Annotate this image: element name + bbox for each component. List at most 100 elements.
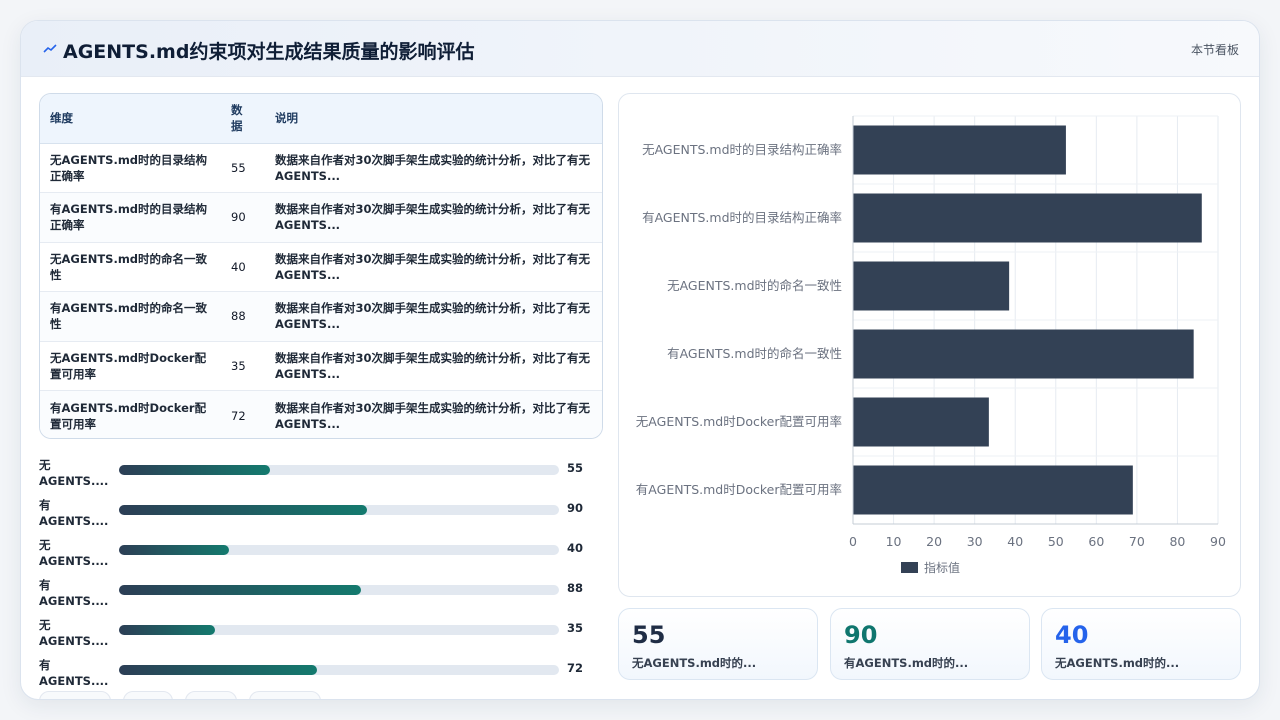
category-label: 无AGENTS.md时的目录结构正确率: [642, 142, 842, 157]
table-row[interactable]: 无AGENTS.md时的命名一致性 40 数据来自作者对30次脚手架生成实验的统计分…: [40, 242, 602, 292]
progress-track: [119, 545, 559, 555]
category-label: 有AGENTS.md时Docker配置可用率: [636, 482, 842, 497]
category-label: 有AGENTS.md时的目录结构正确率: [642, 210, 842, 225]
tick-label: 50: [1048, 534, 1064, 549]
page-title: AGENTS.md约束项对生成结果质量的影响评估: [63, 41, 475, 63]
cell-value: 40: [225, 242, 265, 292]
stat-card-2: 90 有AGENTS.md时的...: [830, 608, 1030, 680]
category-label: 无AGENTS.md时的命名一致性: [667, 278, 842, 293]
pill[interactable]: [249, 691, 321, 699]
dashboard-card: AGENTS.md约束项对生成结果质量的影响评估 本节看板 维度 数据 说明 无…: [20, 20, 1260, 700]
stat-label: 无AGENTS.md时的...: [1055, 656, 1180, 670]
bar-chart-svg: 无AGENTS.md时的目录结构正确率有AGENTS.md时的目录结构正确率无A…: [636, 115, 1226, 575]
progress-fill: [119, 585, 361, 595]
bar: [853, 261, 1010, 311]
progress-value: 55: [567, 461, 584, 475]
table-header-row: 维度 数据 说明: [40, 94, 602, 144]
legend-swatch: [901, 562, 918, 573]
cell-description: 数据来自作者对30次脚手架生成实验的统计分析，对比了有无AGENTS...: [265, 291, 602, 342]
header: AGENTS.md约束项对生成结果质量的影响评估 本节看板: [21, 21, 1259, 77]
table-row[interactable]: 有AGENTS.md时的命名一致性 88 数据来自作者对30次脚手架生成实验的统计分…: [40, 291, 602, 342]
bar: [853, 397, 989, 447]
column-header-data[interactable]: 数据: [225, 94, 265, 144]
cell-dimension: 有AGENTS.md时的命名一致性: [40, 291, 225, 342]
progress-track: [119, 505, 559, 515]
table-row[interactable]: 无AGENTS.md时Docker配置可用率 35 数据来自作者对30次脚手架生成实…: [40, 341, 602, 391]
table-row[interactable]: 有AGENTS.md时的目录结构正确率 90 数据来自作者对30次脚手架生成实验的统…: [40, 192, 602, 243]
progress-label: 有AGENTS....: [39, 498, 109, 528]
progress-track: [119, 465, 559, 475]
cell-value: 88: [225, 291, 265, 342]
cell-description: 数据来自作者对30次脚手架生成实验的统计分析，对比了有无AGENTS...: [265, 143, 602, 193]
cell-dimension: 无AGENTS.md时Docker配置可用率: [40, 341, 225, 391]
progress-label: 无AGENTS....: [39, 538, 109, 568]
cell-dimension: 有AGENTS.md时的目录结构正确率: [40, 192, 225, 243]
bar: [853, 125, 1066, 175]
progress-value: 72: [567, 661, 584, 675]
progress-fill: [119, 545, 229, 555]
tick-label: 20: [926, 534, 942, 549]
bar: [853, 329, 1194, 379]
progress-label: 无AGENTS....: [39, 458, 109, 488]
cell-dimension: 有AGENTS.md时Docker配置可用率: [50, 400, 207, 431]
progress-row: 有AGENTS.... 72: [39, 657, 599, 697]
tick-label: 80: [1169, 534, 1185, 549]
progress-row: 无AGENTS.... 40: [39, 537, 599, 577]
stat-card-1: 55 无AGENTS.md时的...: [618, 608, 818, 680]
cell-description: 数据来自作者对30次脚手架生成实验的统计分析，对比了有无AGENTS...: [265, 242, 602, 292]
progress-fill: [119, 625, 216, 635]
column-header-dimension[interactable]: 维度: [40, 94, 225, 144]
board-link[interactable]: 本节看板: [1191, 41, 1239, 58]
progress-fill: [119, 465, 271, 475]
trend-icon: [43, 44, 57, 53]
table-row[interactable]: 有AGENTS.md时Docker配置可用率 72 数据来自作者对30次脚手架生成实…: [40, 390, 602, 438]
stat-value: 40: [1055, 621, 1089, 649]
progress-value: 88: [567, 581, 584, 595]
cell-description: 数据来自作者对30次脚手架生成实验的统计分析，对比了有无AGENTS...: [265, 341, 602, 391]
stat-card-3: 40 无AGENTS.md时的...: [1041, 608, 1241, 680]
cell-value: 90: [225, 192, 265, 243]
tick-label: 60: [1088, 534, 1104, 549]
legend-label: 指标值: [924, 560, 960, 575]
progress-value: 40: [567, 541, 584, 555]
progress-track: [119, 585, 559, 595]
stat-value: 90: [844, 621, 878, 649]
cell-description: 数据来自作者对30次脚手架生成实验的统计分析，对比了有无AGENTS...: [265, 192, 602, 243]
tick-label: 0: [849, 534, 857, 549]
stat-value: 55: [632, 621, 666, 649]
progress-fill: [119, 665, 317, 675]
cell-dimension: 无AGENTS.md时的目录结构正确率: [40, 143, 225, 193]
cell-value: 55: [225, 143, 265, 193]
pill[interactable]: [185, 691, 237, 699]
progress-track: [119, 665, 559, 675]
progress-value: 90: [567, 501, 584, 515]
bar: [853, 193, 1202, 243]
progress-row: 无AGENTS.... 55: [39, 457, 599, 497]
progress-row: 有AGENTS.... 90: [39, 497, 599, 537]
tick-label: 10: [886, 534, 902, 549]
tick-label: 90: [1210, 534, 1226, 549]
tick-label: 70: [1129, 534, 1145, 549]
stat-label: 有AGENTS.md时的...: [844, 656, 969, 670]
bar: [853, 465, 1133, 515]
stat-label: 无AGENTS.md时的...: [632, 656, 757, 670]
cell-dimension: 无AGENTS.md时的命名一致性: [40, 242, 225, 292]
progress-value: 35: [567, 621, 584, 635]
category-label: 有AGENTS.md时的命名一致性: [667, 346, 842, 361]
tick-label: 40: [1007, 534, 1023, 549]
bar-chart: 无AGENTS.md时的目录结构正确率 有AGENTS.md时的目录结构正确率 无A…: [618, 93, 1241, 597]
column-header-desc[interactable]: 说明: [265, 94, 602, 144]
category-label: 无AGENTS.md时Docker配置可用率: [636, 414, 842, 429]
progress-label: 有AGENTS....: [39, 658, 109, 688]
progress-label: 有AGENTS....: [39, 578, 109, 608]
pill[interactable]: [123, 691, 173, 699]
cell-value: 35: [225, 341, 265, 391]
data-table: 维度 数据 说明 无AGENTS.md时的目录结构正确率 55 数据来自作者对30次…: [39, 93, 603, 439]
cell-description: 数据来自作者对30次脚手架生成实验的统计分析，对比了有无AGENTS...: [275, 400, 591, 431]
pill[interactable]: [39, 691, 111, 699]
table-row[interactable]: 无AGENTS.md时的目录结构正确率 55 数据来自作者对30次脚手架生成实验的统…: [40, 143, 602, 193]
progress-fill: [119, 505, 367, 515]
progress-row: 无AGENTS.... 35: [39, 617, 599, 657]
cell-value: 72: [231, 408, 246, 423]
tick-label: 30: [967, 534, 983, 549]
